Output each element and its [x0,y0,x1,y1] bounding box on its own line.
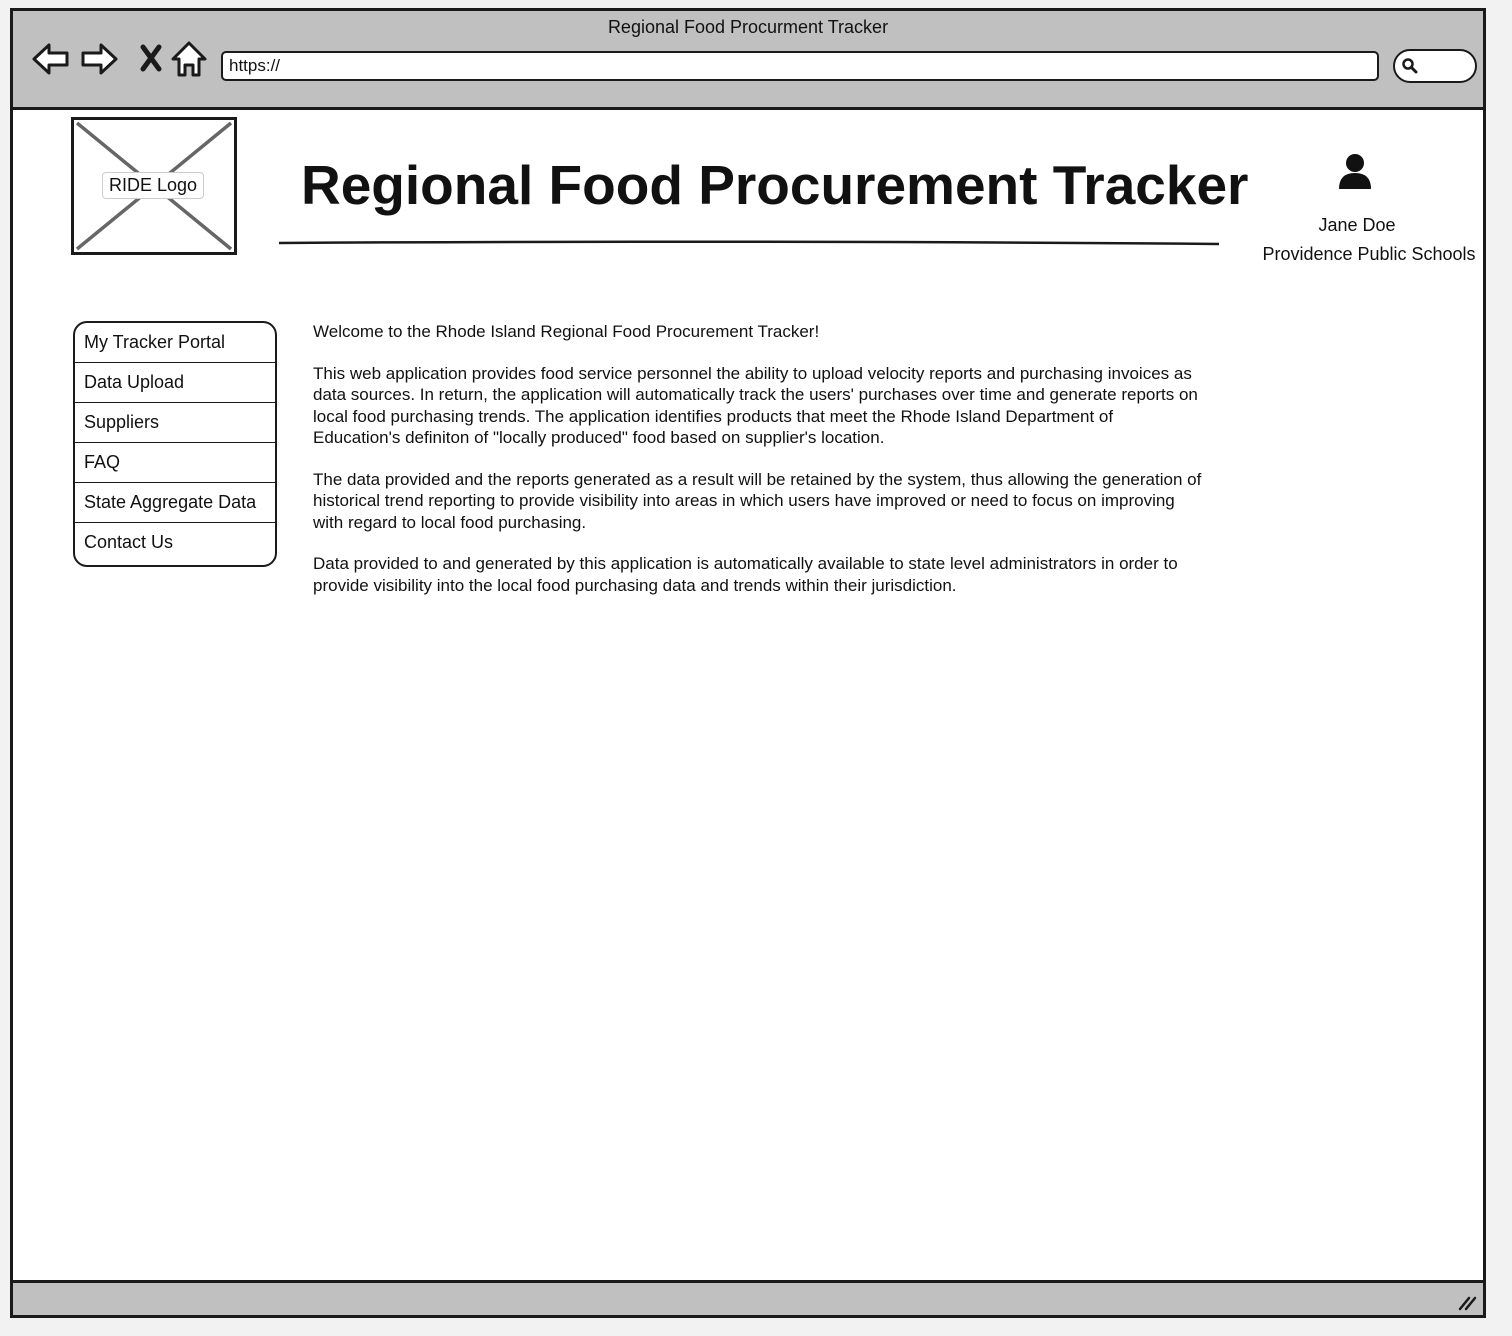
sidebar-item-contact-us[interactable]: Contact Us [75,523,275,565]
sidebar-item-state-aggregate-data[interactable]: State Aggregate Data [75,483,275,523]
sidebar-item-data-upload[interactable]: Data Upload [75,363,275,403]
forward-arrow-icon[interactable] [79,39,119,79]
sidebar-item-faq[interactable]: FAQ [75,443,275,483]
ride-logo-placeholder: RIDE Logo [71,117,237,255]
stop-icon[interactable] [131,39,171,79]
title-underline [278,240,1220,246]
search-icon [1402,58,1418,74]
user-name: Jane Doe [1318,215,1396,235]
sidebar-item-my-tracker-portal[interactable]: My Tracker Portal [75,323,275,363]
welcome-heading: Welcome to the Rhode Island Regional Foo… [313,322,820,341]
user-icon [1339,154,1371,189]
back-arrow-icon[interactable] [31,39,71,79]
page-title: Regional Food Procurement Tracker [301,154,1249,216]
browser-search-button[interactable] [1393,49,1477,83]
window-title: Regional Food Procurment Tracker [607,17,889,37]
visibility-paragraph: Data provided to and generated by this a… [313,554,1178,595]
retention-paragraph: The data provided and the reports genera… [313,469,1202,532]
logo-label: RIDE Logo [102,172,205,199]
browser-chrome: Regional Food Procurment Tracker https:/… [13,11,1483,110]
user-organization: Providence Public Schools [1262,244,1476,264]
intro-paragraph: This web application provides food servi… [313,363,1198,448]
status-bar [13,1280,1483,1315]
url-bar[interactable]: https:// [221,51,1379,81]
browser-window: Regional Food Procurment Tracker https:/… [10,8,1486,1318]
sidebar-item-suppliers[interactable]: Suppliers [75,403,275,443]
sidebar-menu: My Tracker Portal Data Upload Suppliers … [73,321,277,567]
resize-grip-icon[interactable] [1457,1293,1477,1311]
main-content: Welcome to the Rhode Island Regional Foo… [313,321,1203,616]
home-icon[interactable] [169,39,209,79]
